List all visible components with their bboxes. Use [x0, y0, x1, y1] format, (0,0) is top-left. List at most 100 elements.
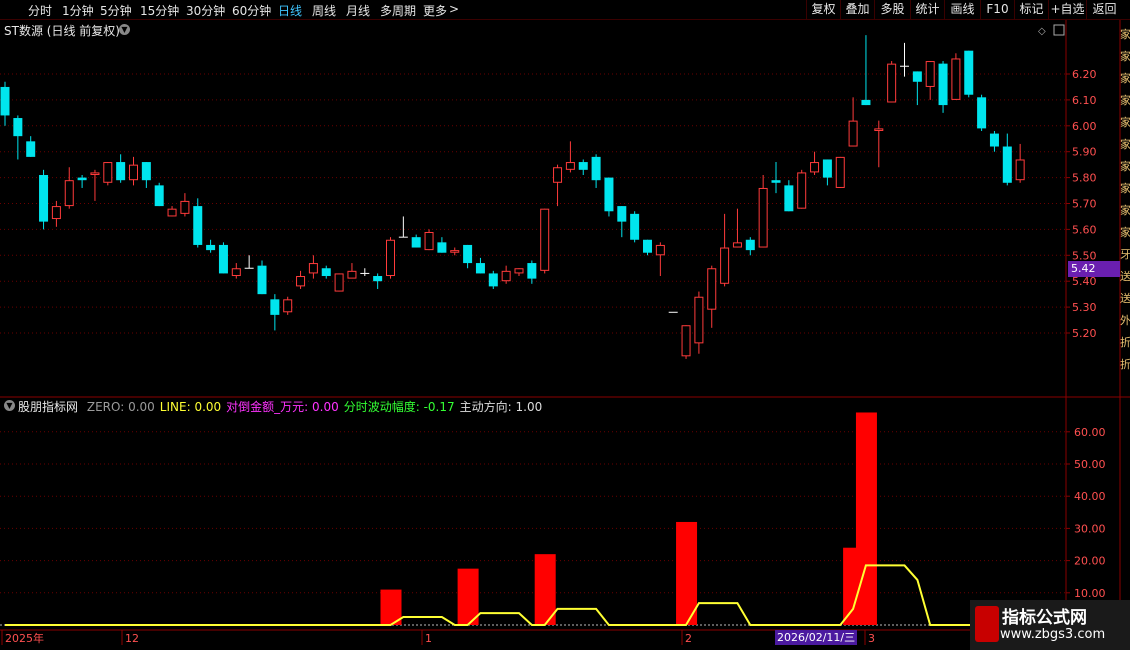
candle-body [386, 239, 395, 277]
toolbar-button-4[interactable]: 画线 [944, 0, 980, 20]
indicator-bar [676, 521, 698, 625]
candle-body [732, 242, 742, 248]
toolbar-button-8[interactable]: 返回 [1086, 0, 1122, 20]
chevron-down-icon[interactable]: ▼ [4, 400, 15, 411]
candle-body [964, 50, 974, 95]
kline-chart[interactable]: ◇6.206.106.005.905.805.705.605.505.405.3… [0, 20, 1130, 650]
candle-body [103, 162, 113, 183]
indicator-axis-label: 10.00 [1074, 587, 1106, 600]
candle-body [527, 263, 537, 279]
candle-body [218, 244, 228, 274]
toolbar-button-2[interactable]: 多股 [874, 0, 910, 20]
candle-body [26, 141, 36, 157]
diamond-icon: ◇ [1038, 26, 1046, 37]
watermark-title: 指标公式网 [1002, 608, 1087, 628]
candle-body [334, 273, 344, 292]
candle-body [707, 268, 717, 310]
price-axis-label: 5.20 [1072, 327, 1097, 340]
current-price-tag: 5.42 [1068, 261, 1120, 277]
candle-body [771, 180, 781, 183]
candle-body [861, 99, 871, 106]
candle-body [129, 164, 138, 181]
candle-body [283, 299, 293, 313]
candle-body [167, 208, 177, 217]
candle-body [912, 71, 922, 82]
candle-body [13, 118, 23, 137]
period-tab-9[interactable]: 多周期 [380, 2, 416, 19]
side-strip-char: 家 [1120, 182, 1130, 195]
candle-body [681, 325, 691, 357]
toolbar-button-5[interactable]: F10 [980, 0, 1014, 20]
indicator-axis-label: 40.00 [1074, 490, 1106, 503]
candle-body [463, 244, 473, 264]
indicator-axis-label: 30.00 [1074, 522, 1106, 535]
candle-body [578, 162, 588, 170]
period-tab-7[interactable]: 周线 [312, 2, 336, 19]
candle-body [617, 206, 627, 222]
candle-body [373, 276, 383, 282]
cursor-date-tag: 2026/02/11/三 [775, 630, 858, 645]
indicator-axis-label: 20.00 [1074, 555, 1106, 568]
period-tab-3[interactable]: 15分钟 [140, 2, 179, 19]
period-tab-0[interactable]: 分时 [28, 2, 52, 19]
candle-body [488, 273, 498, 287]
toolbar-button-1[interactable]: 叠加 [840, 0, 874, 20]
side-strip-char: 折 [1120, 336, 1130, 349]
period-tab-1[interactable]: 1分钟 [62, 2, 94, 19]
price-axis-label: 5.70 [1072, 198, 1097, 211]
candle-body [643, 239, 652, 253]
side-strip-char: 家 [1120, 160, 1130, 173]
chevron-right-icon[interactable]: > [449, 2, 459, 16]
chevron-down-icon[interactable]: ▼ [119, 24, 130, 35]
period-tab-5[interactable]: 60分钟 [232, 2, 271, 19]
indicator-field-4: 主动方向: 1.00 [459, 400, 543, 414]
candle-body [475, 263, 485, 274]
period-tab-4[interactable]: 30分钟 [186, 2, 225, 19]
candle-body [180, 200, 190, 214]
candle-body [308, 263, 318, 274]
period-tab-8[interactable]: 月线 [346, 2, 370, 19]
toolbar-button-6[interactable]: 标记 [1014, 0, 1048, 20]
candle-body [296, 276, 306, 287]
price-axis-label: 5.90 [1072, 146, 1097, 159]
candle-body [1015, 159, 1025, 181]
date-label: 12 [125, 632, 139, 645]
indicator-field-1: LINE: 0.00 [159, 400, 222, 414]
price-axis-label: 6.20 [1072, 68, 1097, 81]
candle-body [938, 63, 948, 106]
toolbar-button-0[interactable]: 复权 [806, 0, 840, 20]
candle-body [565, 162, 575, 170]
watermark-logo [975, 606, 999, 642]
maximize-icon [1053, 24, 1065, 36]
candle-body [437, 242, 447, 253]
toolbar-button-3[interactable]: 统计 [910, 0, 944, 20]
date-label: 1 [425, 632, 432, 645]
candle-body [977, 97, 987, 129]
candle-body [51, 206, 61, 220]
candle-body [540, 208, 550, 271]
indicator-bar [855, 412, 877, 625]
side-strip-char: 家 [1120, 50, 1130, 63]
stock-title: ST数源 (日线 前复权) [4, 24, 120, 38]
indicator-field-0: ZERO: 0.00 [86, 400, 155, 414]
candle-body [206, 244, 216, 251]
candle-body [553, 167, 563, 183]
side-strip-char: 家 [1120, 226, 1130, 239]
date-label: 2025年 [5, 631, 44, 645]
candle-body [655, 244, 665, 256]
period-tab-6[interactable]: 日线 [278, 2, 302, 19]
toolbar-button-7[interactable]: +自选 [1048, 0, 1086, 20]
candle-body [116, 162, 126, 181]
candle-body [141, 162, 151, 181]
date-label: 3 [868, 632, 875, 645]
period-tab-2[interactable]: 5分钟 [100, 2, 132, 19]
watermark-url: www.zbgs3.com [1000, 627, 1106, 642]
price-axis-label: 5.80 [1072, 172, 1097, 185]
candle-body [64, 180, 74, 207]
side-strip-char: 家 [1120, 204, 1130, 217]
side-strip-char: 家 [1120, 72, 1130, 85]
candle-body [154, 185, 164, 207]
indicator-legend: 股朋指标网 ZERO: 0.00 LINE: 0.00 对倒金额_万元: 0.00 分… [18, 398, 552, 415]
period-tab-10[interactable]: 更多 [423, 2, 447, 19]
side-strip-char: 家 [1120, 94, 1130, 107]
